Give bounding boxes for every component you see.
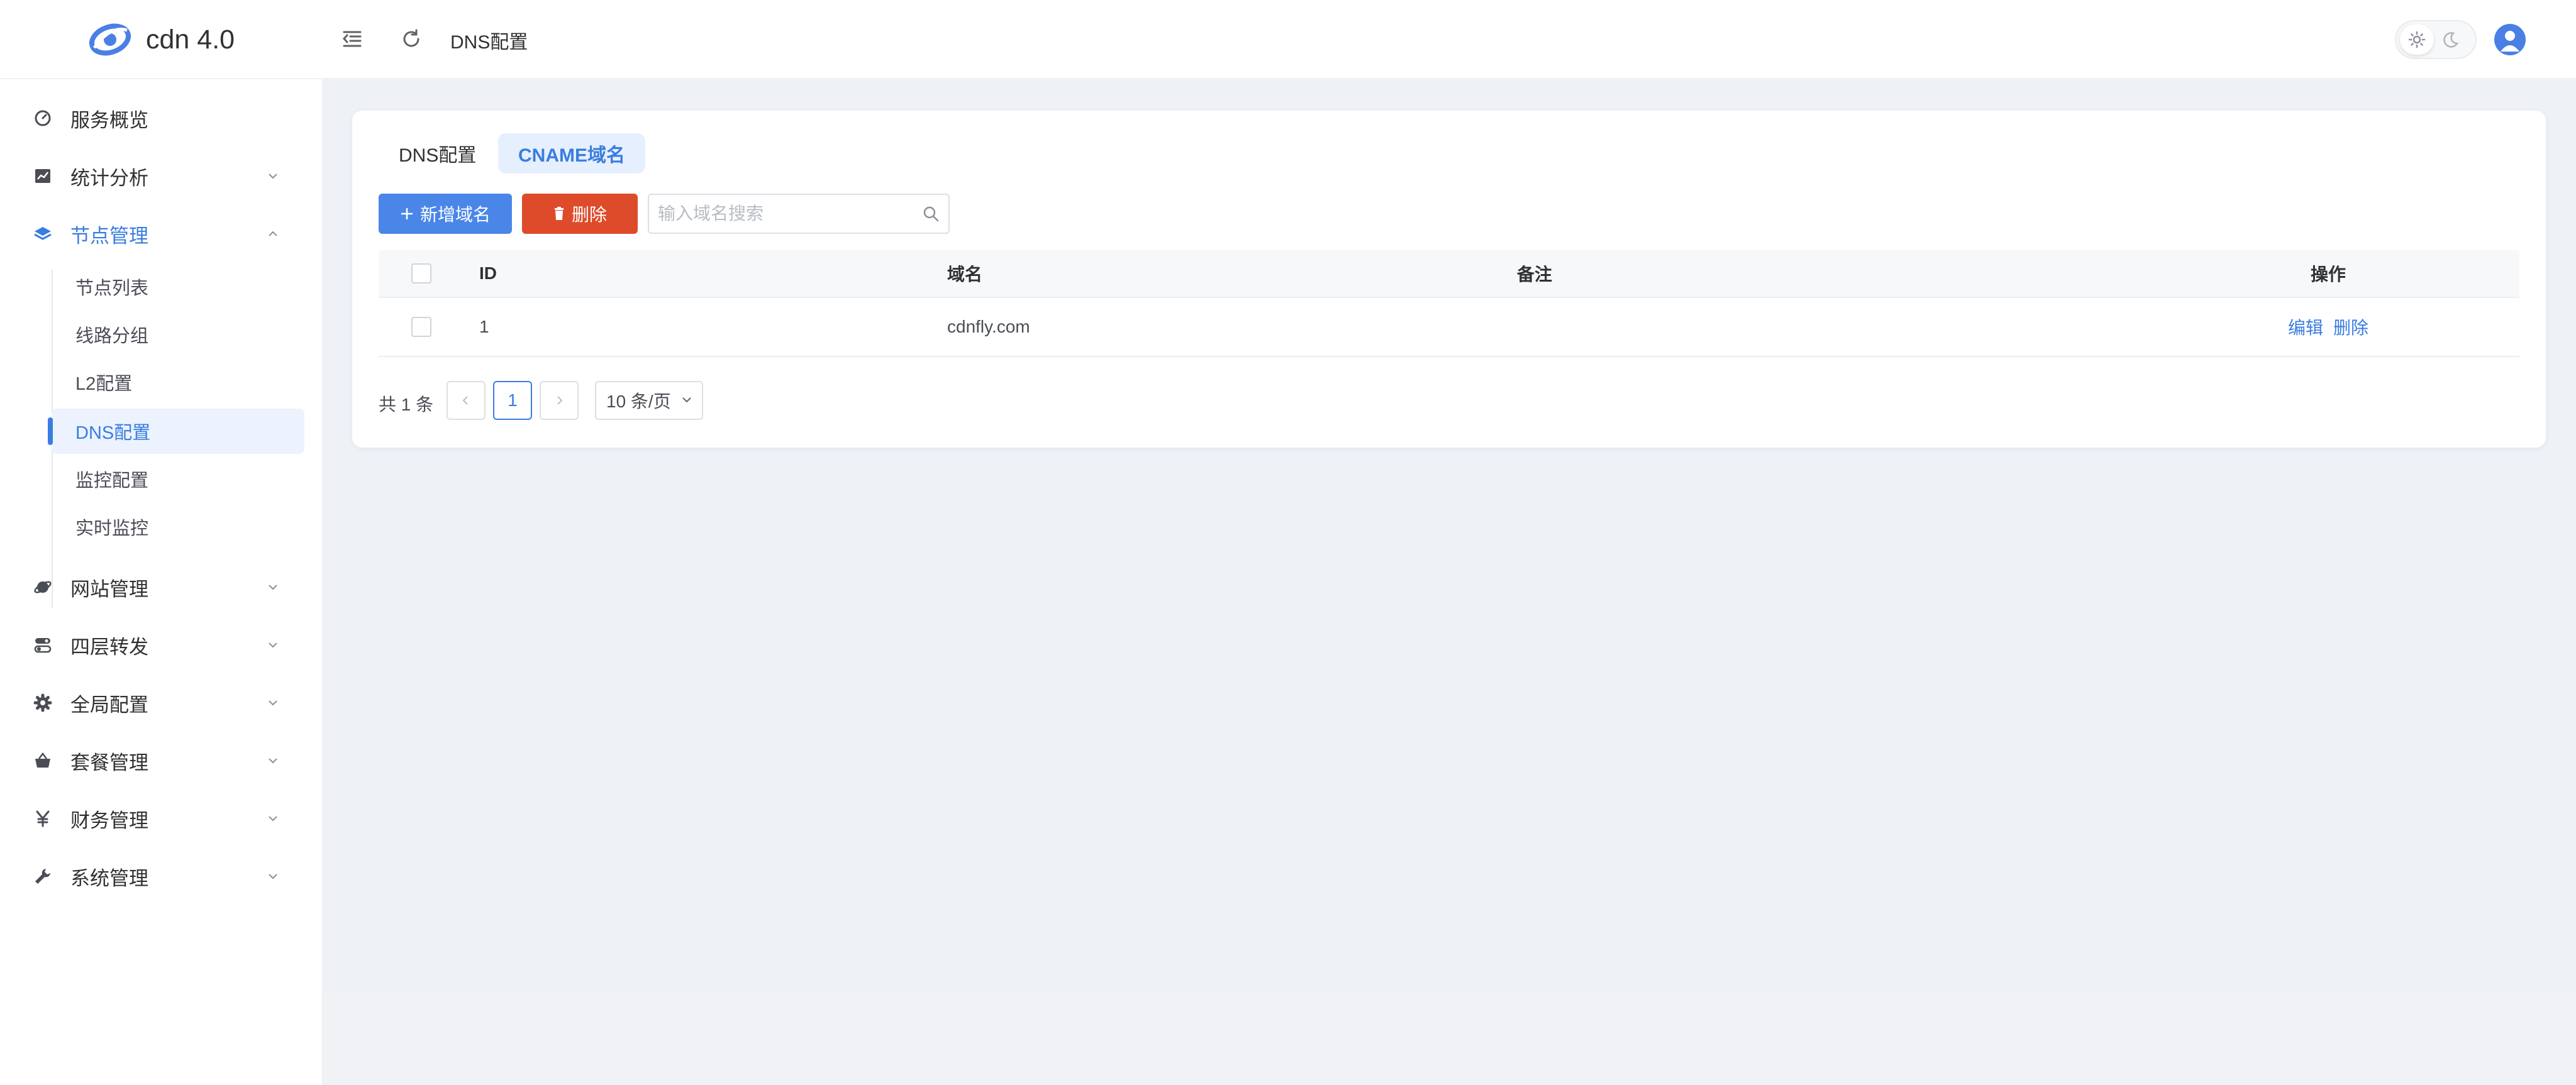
tab-cname-domain[interactable]: CNAME域名 bbox=[498, 133, 645, 173]
page-size-value: 10 条/页 bbox=[606, 392, 671, 411]
refresh-icon bbox=[403, 29, 419, 47]
next-page-button[interactable] bbox=[540, 381, 579, 420]
wrench-icon bbox=[33, 866, 53, 886]
content-card: DNS配置 CNAME域名 新增域名 删除 ID 域名 备注 操作 bbox=[352, 111, 2546, 448]
edit-link[interactable]: 编辑 bbox=[2288, 314, 2323, 339]
toggle-icon bbox=[33, 635, 53, 655]
globe-icon bbox=[33, 577, 53, 597]
pagination-total: 共 1 条 bbox=[379, 395, 434, 414]
sidebar-subitem-realtime-monitor[interactable]: 实时监控 bbox=[52, 504, 304, 549]
column-header-note: 备注 bbox=[1517, 265, 1553, 284]
chart-icon bbox=[33, 166, 53, 186]
sidebar-subitem-dns-config[interactable]: DNS配置 bbox=[48, 409, 304, 454]
chevron-down-icon bbox=[264, 810, 282, 827]
sidebar-item-website[interactable]: 网站管理 bbox=[0, 558, 322, 616]
delete-button[interactable]: 删除 bbox=[522, 194, 638, 234]
table-row: 1 cdnfly.com 编辑 删除 bbox=[379, 298, 2519, 357]
app-title: cdn 4.0 bbox=[146, 24, 235, 55]
page-size-select[interactable]: 10 条/页 bbox=[595, 381, 703, 420]
column-header-domain: 域名 bbox=[947, 265, 983, 284]
chevron-down-icon bbox=[264, 578, 282, 596]
chevron-down-icon bbox=[264, 867, 282, 885]
sidebar-item-nodes[interactable]: 节点管理 bbox=[0, 205, 322, 263]
page-button-current[interactable]: 1 bbox=[493, 381, 532, 420]
domain-search-input[interactable] bbox=[658, 195, 909, 233]
select-all-cell bbox=[411, 250, 431, 297]
yen-icon bbox=[33, 808, 53, 829]
sun-icon bbox=[2408, 31, 2426, 48]
sidebar-subitem-node-list[interactable]: 节点列表 bbox=[52, 264, 304, 309]
plus-icon bbox=[400, 207, 414, 221]
sidebar-item-packages[interactable]: 套餐管理 bbox=[0, 732, 322, 790]
page-title: DNS配置 bbox=[450, 32, 528, 53]
trash-icon bbox=[553, 207, 565, 221]
chevron-down-icon bbox=[682, 397, 691, 403]
theme-light-option[interactable] bbox=[2400, 25, 2434, 55]
theme-toggle[interactable] bbox=[2395, 20, 2477, 59]
chevron-up-icon bbox=[264, 225, 282, 243]
user-avatar[interactable] bbox=[2494, 24, 2526, 55]
select-all-checkbox[interactable] bbox=[411, 263, 431, 284]
sidebar-subitem-line-group[interactable]: 线路分组 bbox=[52, 312, 304, 357]
search-icon[interactable] bbox=[922, 205, 940, 223]
tab-dns-config[interactable]: DNS配置 bbox=[379, 133, 496, 173]
chevron-down-icon bbox=[264, 167, 282, 185]
sidebar-item-statistics[interactable]: 统计分析 bbox=[0, 147, 322, 205]
user-icon bbox=[2501, 31, 2519, 52]
column-header-actions: 操作 bbox=[2310, 265, 2346, 284]
delete-label: 删除 bbox=[571, 205, 607, 224]
add-domain-label: 新增域名 bbox=[419, 205, 491, 224]
menu-fold-icon bbox=[342, 31, 362, 47]
sidebar-item-global-config[interactable]: 全局配置 bbox=[0, 674, 322, 732]
logo[interactable]: cdn 4.0 bbox=[88, 19, 252, 60]
table-header: ID 域名 备注 操作 bbox=[379, 250, 2519, 298]
pagination: 共 1 条 1 10 条/页 bbox=[379, 381, 882, 421]
theme-dark-option[interactable] bbox=[2434, 25, 2468, 55]
sidebar-collapse-button[interactable] bbox=[337, 24, 367, 54]
sidebar-subitem-monitor-config[interactable]: 监控配置 bbox=[52, 456, 304, 502]
dashboard-icon bbox=[33, 108, 53, 128]
row-domain: cdnfly.com bbox=[947, 317, 1030, 336]
gear-icon bbox=[33, 693, 53, 713]
chevron-right-icon bbox=[557, 396, 563, 405]
row-checkbox[interactable] bbox=[411, 317, 431, 337]
domain-search bbox=[648, 194, 950, 234]
sidebar-item-l4-forward[interactable]: 四层转发 bbox=[0, 616, 322, 674]
sidebar-item-overview[interactable]: 服务概览 bbox=[0, 89, 322, 147]
row-select-cell bbox=[411, 298, 431, 356]
sidebar-item-system[interactable]: 系统管理 bbox=[0, 847, 322, 905]
sidebar-item-finance[interactable]: 财务管理 bbox=[0, 790, 322, 847]
layers-icon bbox=[33, 224, 53, 244]
prev-page-button[interactable] bbox=[447, 381, 486, 420]
basket-icon bbox=[33, 751, 53, 771]
chevron-down-icon bbox=[264, 636, 282, 654]
chevron-down-icon bbox=[264, 694, 282, 712]
add-domain-button[interactable]: 新增域名 bbox=[379, 194, 512, 234]
row-actions: 编辑 删除 bbox=[2202, 298, 2454, 356]
logo-icon bbox=[89, 23, 131, 56]
sidebar-subitem-l2-config[interactable]: L2配置 bbox=[52, 360, 304, 405]
chevron-left-icon bbox=[462, 396, 468, 405]
sidebar: 服务概览 统计分析 节点管理 节点列表 线路分组 L2配置 DNS配置 监控配置… bbox=[0, 79, 323, 1085]
row-id: 1 bbox=[479, 317, 489, 336]
chevron-down-icon bbox=[264, 752, 282, 769]
column-header-id: ID bbox=[479, 263, 497, 283]
delete-link[interactable]: 删除 bbox=[2333, 314, 2368, 339]
top-header: cdn 4.0 DNS配置 bbox=[0, 0, 2576, 79]
moon-icon bbox=[2443, 32, 2459, 48]
refresh-button[interactable] bbox=[396, 24, 426, 54]
